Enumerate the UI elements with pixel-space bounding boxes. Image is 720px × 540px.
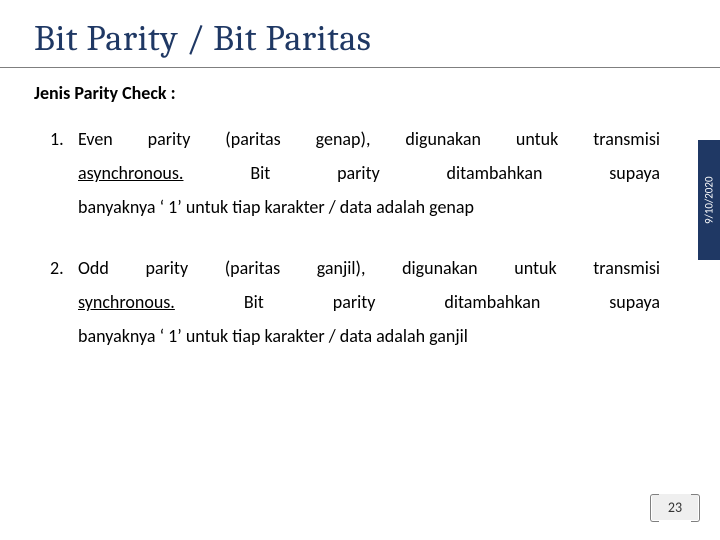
slide-subheading: Jenis Parity Check :	[0, 68, 720, 104]
item1-underline: asynchronous.	[78, 162, 183, 184]
slide-title: Bit Parity / Bit Paritas	[0, 0, 720, 67]
content-area: Even parity (paritas genap), digunakan u…	[0, 104, 720, 353]
date-tab: 9/10/2020	[698, 140, 720, 260]
item1-line3: banyaknya ‘ 1’ untuk tiap karakter / dat…	[78, 190, 660, 224]
list-item: Odd parity (paritas ganjil), digunakan u…	[50, 251, 660, 354]
item1-line1: Even parity (paritas genap), digunakan u…	[78, 122, 660, 156]
parity-list: Even parity (paritas genap), digunakan u…	[50, 122, 660, 353]
item1-line2-rest: Bit parity ditambahkan supaya	[250, 162, 660, 184]
item2-line2-rest: Bit parity ditambahkan supaya	[244, 291, 660, 313]
item2-underline: synchronous.	[78, 291, 175, 313]
page-number-badge: 23	[652, 494, 698, 520]
item2-line3: banyaknya ‘ 1’ untuk tiap karakter / dat…	[78, 319, 660, 353]
list-item: Even parity (paritas genap), digunakan u…	[50, 122, 660, 225]
item2-line1: Odd parity (paritas ganjil), digunakan u…	[78, 251, 660, 285]
item2-line2: synchronous. Bit parity ditambahkan supa…	[78, 285, 660, 319]
item1-line2: asynchronous. Bit parity ditambahkan sup…	[78, 156, 660, 190]
